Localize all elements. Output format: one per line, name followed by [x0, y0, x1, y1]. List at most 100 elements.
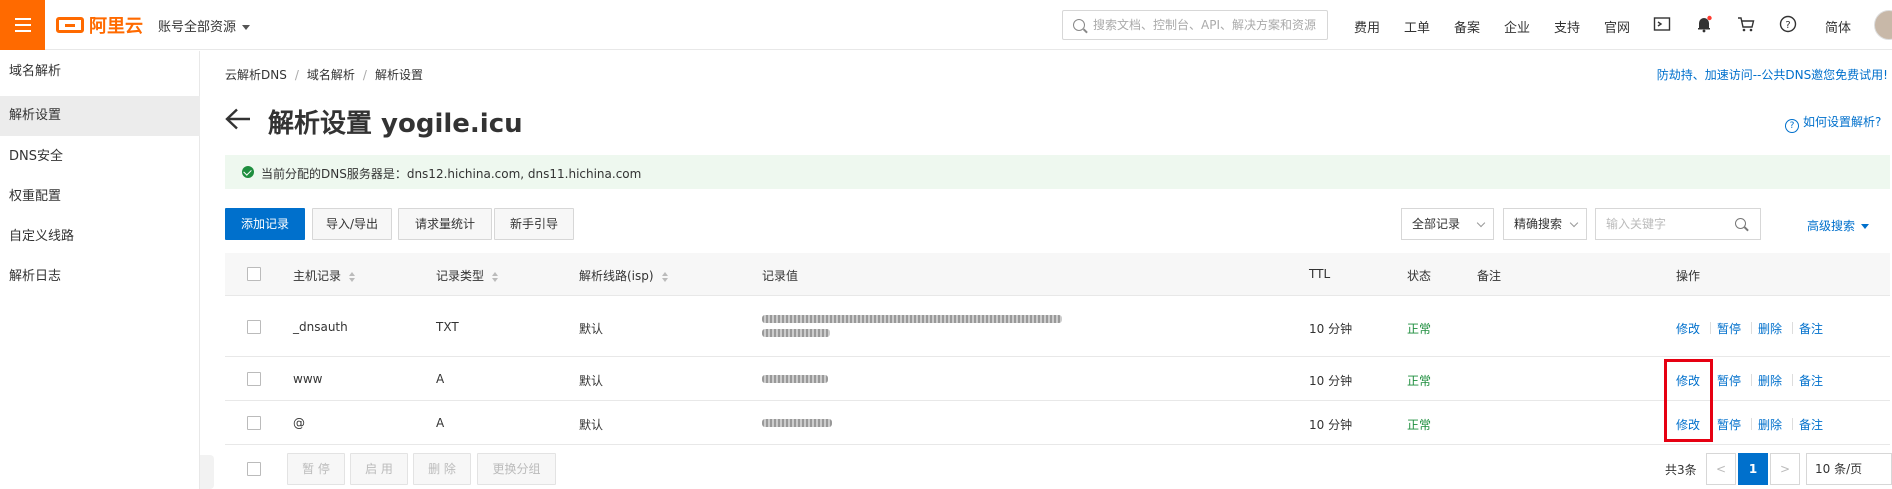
sort-icon	[349, 271, 356, 282]
account-label: 账号全部资源	[158, 20, 237, 35]
sidebar-item-dns-security[interactable]: DNS安全	[0, 137, 200, 177]
sort-icon	[492, 271, 499, 282]
delete-link[interactable]: 删除	[1758, 416, 1782, 433]
how-to-set-resolution-link[interactable]: ? 如何设置解析?	[1785, 113, 1881, 133]
pause-link[interactable]: 暂停	[1717, 416, 1741, 433]
page-size-select[interactable]: 10 条/页	[1806, 453, 1892, 485]
notice-text: 当前分配的DNS服务器是：dns12.hichina.com, dns11.hi…	[261, 167, 642, 181]
hamburger-menu-icon[interactable]	[0, 0, 45, 50]
top-bar: 阿里云 账号全部资源 费用 工单 备案 企业 支持 官网 ? 简体	[0, 0, 1892, 50]
help-icon[interactable]: ?	[1779, 15, 1797, 33]
line-cell: 默认	[579, 322, 604, 336]
breadcrumb-current: 解析设置	[374, 68, 423, 82]
sidebar-item-weight-config[interactable]: 权重配置	[0, 177, 200, 217]
aliyun-logo[interactable]: 阿里云	[56, 13, 143, 37]
dns-server-notice: 当前分配的DNS服务器是：dns12.hichina.com, dns11.hi…	[225, 155, 1890, 189]
global-search[interactable]	[1062, 10, 1328, 40]
sidebar-item-resolution-settings[interactable]: 解析设置	[0, 96, 200, 136]
back-arrow-icon[interactable]	[225, 108, 251, 130]
search-mode-select[interactable]: 精确搜索	[1503, 208, 1587, 240]
bulk-change-group-button[interactable]: 更换分组	[477, 453, 556, 485]
delete-link[interactable]: 删除	[1758, 320, 1782, 337]
help-link-text: 如何设置解析?	[1803, 115, 1882, 129]
breadcrumb-cloud-dns[interactable]: 云解析DNS	[225, 68, 287, 82]
bulk-enable-button[interactable]: 启 用	[350, 453, 408, 485]
select-all-checkbox[interactable]	[247, 267, 261, 281]
keyword-search[interactable]	[1595, 208, 1761, 240]
divider	[1751, 322, 1752, 334]
row-checkbox[interactable]	[247, 320, 261, 334]
sort-icon	[661, 271, 668, 282]
nav-official-site[interactable]: 官网	[1604, 17, 1630, 36]
keyword-input[interactable]	[1606, 215, 1726, 233]
sidebar-item-resolution-logs[interactable]: 解析日志	[0, 257, 200, 297]
edit-link[interactable]: 修改	[1676, 320, 1700, 337]
row-checkbox[interactable]	[247, 372, 261, 386]
sidebar: 域名解析 解析设置 DNS安全 权重配置 自定义线路 解析日志	[0, 51, 200, 489]
breadcrumb: 云解析DNS / 域名解析 / 解析设置	[225, 68, 423, 82]
bulk-pause-button[interactable]: 暂 停	[287, 453, 345, 485]
redacted-value	[762, 329, 830, 337]
remark-link[interactable]: 备注	[1799, 416, 1823, 433]
nav-tickets[interactable]: 工单	[1404, 17, 1430, 36]
ttl-cell: 10 分钟	[1309, 374, 1353, 388]
nav-billing[interactable]: 费用	[1354, 17, 1380, 36]
col-type[interactable]: 记录类型	[436, 267, 499, 284]
table-row: _dnsauth TXT 默认 10 分钟 正常 修改 暂停 删除 备注	[225, 297, 1890, 357]
status-cell: 正常	[1407, 418, 1432, 432]
cart-icon[interactable]	[1737, 15, 1755, 33]
pause-link[interactable]: 暂停	[1717, 320, 1741, 337]
line-cell: 默认	[579, 374, 604, 388]
public-dns-promo-link[interactable]: 防劫持、加速访问--公共DNS邀您免费试用!	[1657, 66, 1888, 83]
remark-link[interactable]: 备注	[1799, 372, 1823, 389]
record-filter-select[interactable]: 全部记录	[1401, 208, 1494, 240]
next-page-button[interactable]: >	[1770, 453, 1800, 485]
chevron-down-icon	[1476, 218, 1486, 228]
terminal-icon[interactable]	[1653, 15, 1671, 33]
divider	[1751, 418, 1752, 430]
bulk-delete-button[interactable]: 删 除	[413, 453, 471, 485]
request-stats-button[interactable]: 请求量统计	[398, 208, 492, 240]
sidebar-item-domain-resolution[interactable]: 域名解析	[0, 52, 200, 92]
ttl-cell: 10 分钟	[1309, 322, 1353, 336]
breadcrumb-domain-resolution[interactable]: 域名解析	[307, 68, 355, 82]
pause-link[interactable]: 暂停	[1717, 372, 1741, 389]
col-ops: 操作	[1676, 269, 1701, 283]
advanced-search-label: 高级搜索	[1807, 219, 1856, 233]
prev-page-button[interactable]: <	[1706, 453, 1736, 485]
sidebar-item-custom-lines[interactable]: 自定义线路	[0, 217, 200, 257]
page-1-button[interactable]: 1	[1738, 453, 1768, 485]
check-circle-icon	[242, 166, 254, 178]
table-header: 主机记录 记录类型 解析线路(isp) 记录值 TTL 状态 备注 操作	[225, 253, 1890, 296]
add-record-button[interactable]: 添加记录	[225, 208, 305, 240]
divider	[1710, 322, 1711, 334]
sidebar-collapse-handle[interactable]	[200, 455, 214, 489]
bulk-select-checkbox[interactable]	[247, 462, 261, 476]
search-icon[interactable]	[1735, 218, 1746, 229]
user-avatar[interactable]	[1874, 10, 1892, 40]
page-size-value: 10 条/页	[1815, 462, 1863, 476]
nav-icp[interactable]: 备案	[1454, 17, 1480, 36]
table-row: @ A 默认 10 分钟 正常 修改 暂停 删除 备注	[225, 402, 1890, 445]
status-cell: 正常	[1407, 374, 1432, 388]
col-value: 记录值	[762, 269, 799, 283]
bell-icon[interactable]	[1695, 15, 1713, 33]
language-switch[interactable]: 简体	[1825, 17, 1851, 36]
col-line[interactable]: 解析线路(isp)	[579, 267, 668, 284]
edit-highlight-box	[1664, 359, 1713, 442]
account-resources-dropdown[interactable]: 账号全部资源	[158, 16, 251, 35]
col-host[interactable]: 主机记录	[293, 267, 356, 284]
import-export-button[interactable]: 导入/导出	[312, 208, 392, 240]
divider	[1792, 322, 1793, 334]
nav-support[interactable]: 支持	[1554, 17, 1580, 36]
delete-link[interactable]: 删除	[1758, 372, 1782, 389]
ttl-cell: 10 分钟	[1309, 418, 1353, 432]
beginner-guide-button[interactable]: 新手引导	[494, 208, 574, 240]
nav-enterprise[interactable]: 企业	[1504, 17, 1530, 36]
remark-link[interactable]: 备注	[1799, 320, 1823, 337]
global-search-input[interactable]	[1093, 15, 1319, 35]
advanced-search-toggle[interactable]: 高级搜索	[1807, 217, 1870, 234]
page-title: 解析设置 yogile.icu	[268, 109, 523, 139]
row-checkbox[interactable]	[247, 416, 261, 430]
line-cell: 默认	[579, 418, 604, 432]
